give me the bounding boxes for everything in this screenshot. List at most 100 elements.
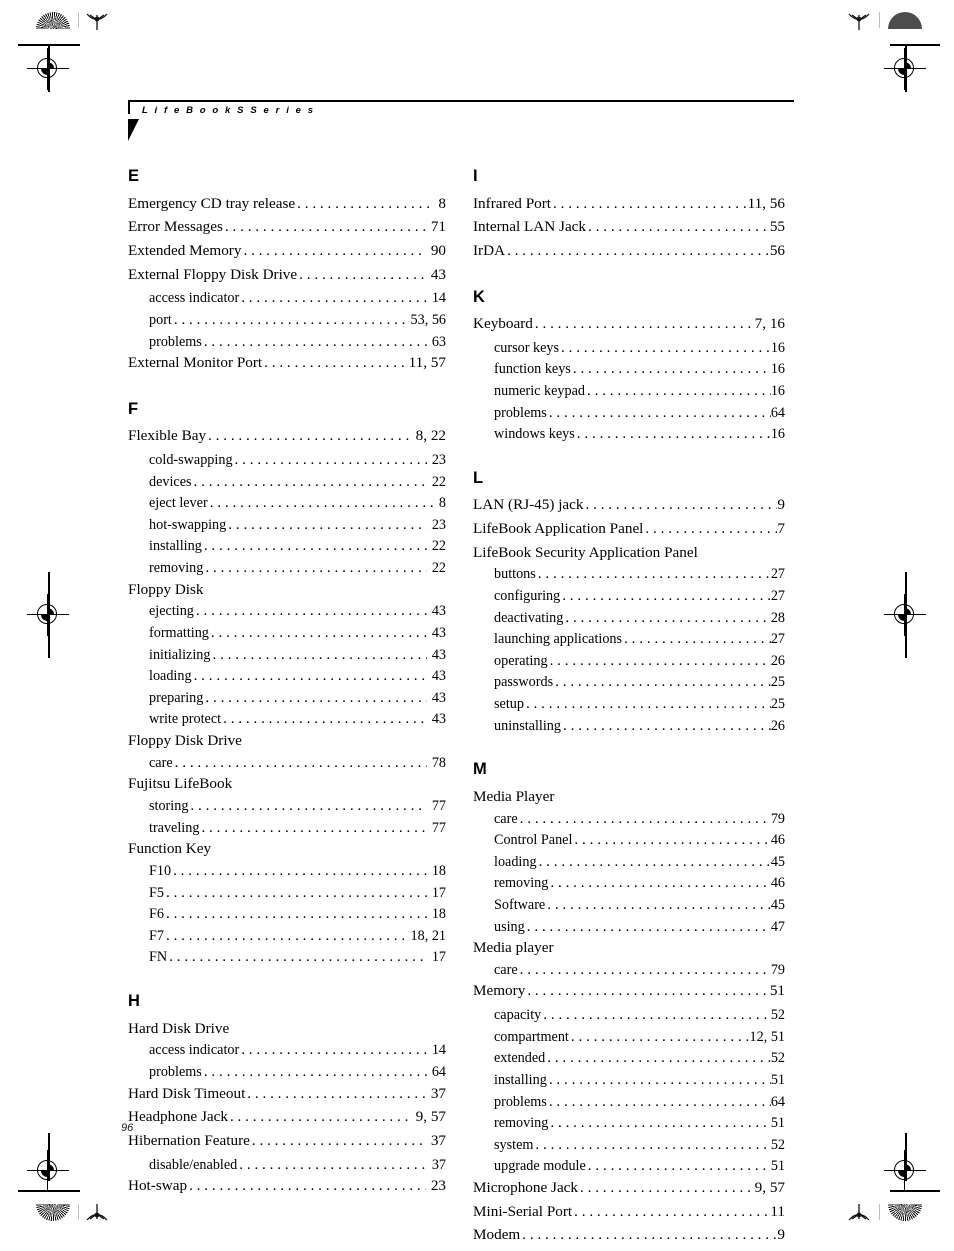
dot-leader: [547, 897, 771, 912]
index-entry-page-number: 26: [770, 652, 785, 669]
dot-leader: [535, 1137, 770, 1152]
index-entry-label: Flexible Bay: [128, 427, 207, 445]
index-entry: Hot-swap 23: [128, 1178, 446, 1193]
dot-leader: [562, 588, 771, 603]
index-entry-page-number: 43: [431, 668, 446, 685]
index-entry-label: F5: [149, 884, 164, 901]
index-entry-label: Media Player: [473, 787, 555, 805]
dot-leader: [297, 196, 433, 211]
index-entry: LAN (RJ-45) jack 9: [473, 497, 785, 512]
index-entry-label: Hard Disk Timeout: [128, 1084, 246, 1102]
dot-leader: [535, 316, 755, 331]
index-subentry: F6 18: [128, 906, 446, 921]
index-entry-page-number: 64: [770, 1093, 785, 1110]
index-entry-label: LifeBook Application Panel: [473, 519, 644, 537]
index-entry-page-number: 43: [431, 603, 446, 620]
index-entry: Media Player: [473, 789, 785, 804]
index-entry-label: launching applications: [494, 631, 623, 648]
dot-leader: [538, 566, 771, 581]
star-target-mark-top-right: [846, 11, 872, 31]
index-entry-label: using: [494, 918, 525, 935]
index-entry-page-number: 53, 56: [410, 311, 446, 328]
index-section-m: M Media Player care 79 Control Panel 46 loadin…: [473, 761, 785, 1242]
dot-leader: [204, 334, 427, 349]
index-entry-page-number: 43: [431, 689, 446, 706]
dot-leader: [196, 603, 427, 618]
index-subentry: cold-swapping 23: [128, 452, 446, 467]
index-entry-page-number: 18: [431, 906, 446, 923]
index-subentry: access indicator 14: [128, 1042, 446, 1057]
dot-leader: [507, 243, 770, 258]
index-subentry: passwords 25: [473, 674, 785, 689]
dot-leader: [225, 219, 426, 234]
index-subentry: function keys 16: [473, 361, 785, 376]
index-entry-label: F6: [149, 906, 164, 923]
dot-leader: [587, 383, 771, 398]
index-entry: Hibernation Feature 37: [128, 1133, 446, 1148]
index-entry-label: traveling: [149, 819, 200, 836]
index-entry-page-number: 7, 16: [754, 315, 785, 333]
registration-mark-bottom-right: [884, 1150, 926, 1192]
index-entry: Infrared Port 11, 56: [473, 195, 785, 211]
index-entry-label: access indicator: [149, 290, 240, 307]
index-entry-label: cursor keys: [494, 339, 560, 356]
dot-leader: [201, 820, 426, 835]
index-section-e: E Emergency CD tray release 8 Error Message…: [128, 168, 446, 370]
index-entry-page-number: 16: [770, 361, 785, 378]
index-entry: Hard Disk Timeout 37: [128, 1084, 446, 1102]
index-entry: Memory 51: [473, 983, 785, 998]
letter-heading-k: K: [473, 287, 485, 306]
index-entry-page-number: 11, 57: [408, 354, 446, 372]
dot-leader: [175, 755, 427, 770]
index-entry-page-number: 8: [438, 194, 446, 212]
index-subentry: system 52: [473, 1137, 785, 1152]
index-entry-page-number: 23: [431, 516, 446, 533]
index-entry-label: Control Panel: [494, 832, 573, 849]
index-subentry: using 47: [473, 919, 785, 934]
dot-leader: [550, 1115, 770, 1130]
index-entry-label: uninstalling: [494, 717, 561, 734]
index-entry: Floppy Disk: [128, 581, 446, 597]
index-entry-label: Microphone Jack: [473, 1178, 579, 1196]
index-entry: Keyboard 7, 16: [473, 316, 785, 331]
index-entry-label: cold-swapping: [149, 452, 233, 468]
index-entry-label: formatting: [149, 624, 209, 641]
index-entry-page-number: 27: [770, 631, 785, 648]
index-entry: LifeBook Security Application Panel: [473, 544, 785, 560]
index-entry-page-number: 43: [430, 265, 446, 283]
index-subentry: numeric keypad 16: [473, 383, 785, 398]
dot-leader: [208, 428, 411, 443]
index-entry-label: IrDA: [473, 241, 506, 259]
index-entry-page-number: 22: [431, 559, 446, 576]
crop-line-top-right-h: [890, 44, 940, 46]
index-entry-label: External Monitor Port: [128, 354, 263, 372]
index-entry-label: system: [494, 1136, 534, 1153]
index-subentry: installing 22: [128, 538, 446, 553]
index-subentry: deactivating 28: [473, 610, 785, 625]
index-entry-page-number: 37: [431, 1156, 446, 1173]
index-subentry: configuring 27: [473, 588, 785, 603]
index-entry-label: care: [149, 754, 173, 771]
dot-leader: [520, 811, 771, 826]
index-entry-label: installing: [149, 538, 202, 555]
dot-leader: [228, 517, 427, 532]
index-section-k: KKeyboard7, 16cursor keys16function keys…: [473, 289, 785, 442]
index-entry-label: Hard Disk Drive: [128, 1019, 230, 1037]
index-entry-label: care: [494, 961, 518, 978]
index-entry-label: External Floppy Disk Drive: [128, 265, 298, 283]
dot-leader: [645, 521, 777, 536]
index-entry-label: passwords: [494, 674, 554, 691]
dot-leader: [205, 690, 426, 705]
index-subentry: problems 64: [473, 405, 785, 420]
index-subentry: FN 17: [128, 949, 446, 964]
index-entry-page-number: 51: [770, 1115, 785, 1132]
index-entry-page-number: 16: [770, 426, 785, 443]
index-entry-page-number: 52: [770, 1050, 785, 1067]
index-entry-label: installing: [494, 1071, 547, 1088]
dot-leader: [239, 1157, 427, 1172]
dot-leader: [571, 1029, 750, 1044]
index-entry-page-number: 23: [431, 452, 446, 468]
dot-leader: [547, 1050, 771, 1065]
